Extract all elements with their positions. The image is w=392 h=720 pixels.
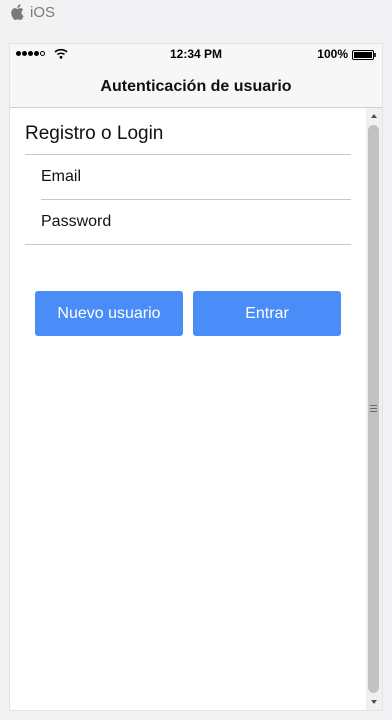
login-button[interactable]: Entrar — [193, 291, 341, 336]
status-bar: 12:34 PM 100% — [10, 44, 382, 66]
scroll-up-arrow-icon[interactable] — [371, 114, 377, 118]
new-user-button[interactable]: Nuevo usuario — [35, 291, 183, 336]
login-form: Registro o Login Email Password Nuevo us… — [10, 108, 366, 710]
device-frame: 12:34 PM 100% Autenticación de usuario R… — [9, 43, 383, 711]
scrollbar-thumb[interactable] — [368, 125, 379, 693]
scroll-down-arrow-icon[interactable] — [371, 700, 377, 704]
battery-percent: 100% — [317, 47, 348, 61]
vertical-scrollbar[interactable] — [366, 108, 382, 710]
divider — [25, 244, 351, 245]
page-title: Autenticación de usuario — [100, 78, 292, 95]
battery-icon — [352, 50, 376, 60]
navigation-bar: Autenticación de usuario — [10, 66, 382, 108]
platform-label: iOS — [30, 4, 56, 21]
password-field[interactable]: Password — [41, 200, 351, 244]
platform-bar: iOS — [0, 0, 392, 26]
grip-icon — [370, 405, 377, 412]
apple-icon — [11, 4, 24, 20]
email-field[interactable]: Email — [41, 155, 351, 199]
section-header: Registro o Login — [25, 123, 164, 144]
